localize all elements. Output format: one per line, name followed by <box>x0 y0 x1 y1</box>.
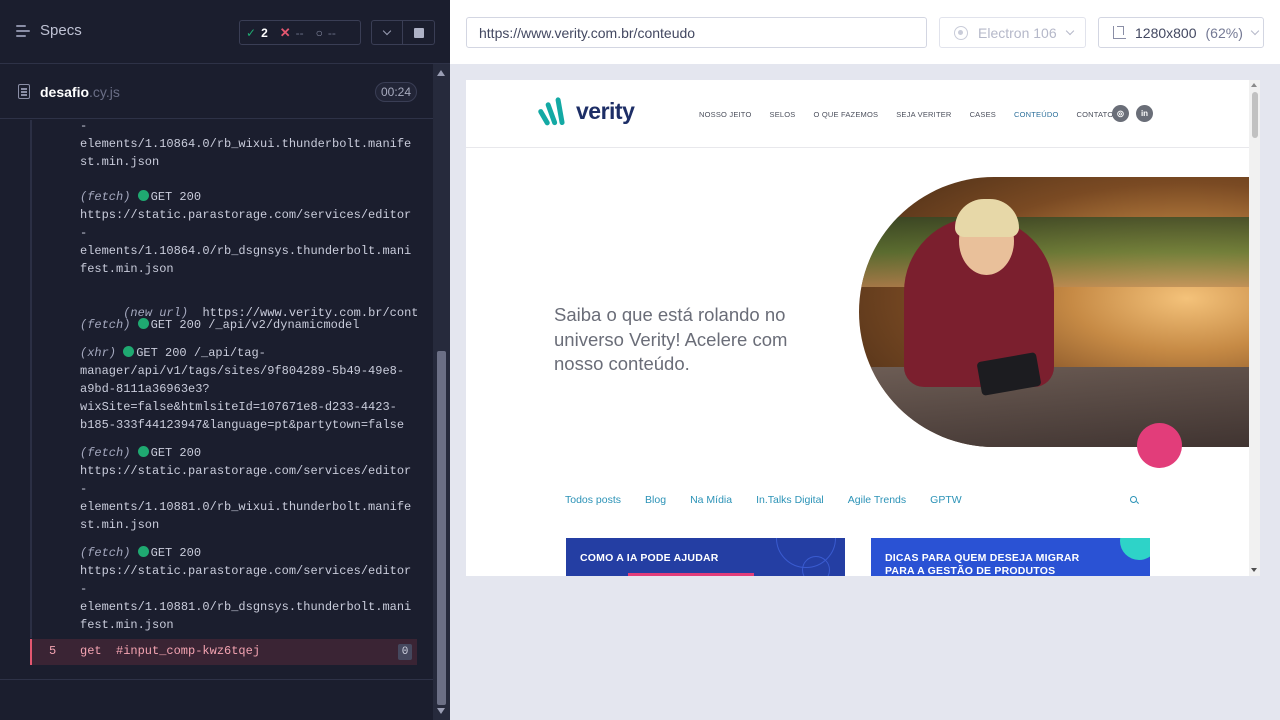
status-ok-icon <box>137 190 149 201</box>
log-entry[interactable]: (fetch) GET 200 https://static.parastora… <box>80 444 417 534</box>
ruler-icon <box>1113 26 1126 39</box>
test-stats: ✓ 2 ✕ -- ○ -- <box>239 20 361 45</box>
page-scrollbar[interactable] <box>1249 80 1260 576</box>
scroll-up-arrow-icon[interactable] <box>437 70 445 76</box>
tab-blog[interactable]: Blog <box>645 494 666 506</box>
check-icon: ✓ <box>246 25 257 40</box>
status-ok-icon <box>123 346 135 357</box>
pending-count: -- <box>327 25 336 40</box>
failed-command-row[interactable]: 5 get #input_comp-kwz6tqej 0 <box>30 639 417 665</box>
command-name: get <box>80 644 102 658</box>
command-index: 5 <box>49 644 57 658</box>
specs-button[interactable]: Specs <box>16 22 82 39</box>
log-entry[interactable]: (fetch) GET 200 /_api/v2/dynamicmodel <box>80 316 417 334</box>
status-ok-icon <box>137 546 149 557</box>
instagram-icon[interactable]: ◎ <box>1112 105 1129 122</box>
post-card-title: COMO A IA PODE AJUDAR <box>580 552 719 564</box>
element-count-badge: 0 <box>398 644 412 660</box>
command-log-panel: Specs ✓ 2 ✕ -- ○ -- desafio.cy.js 00:24 … <box>0 0 450 720</box>
runner-divider <box>0 679 433 680</box>
decorative-pink-circle <box>1137 423 1182 468</box>
hero-text: Saiba o que está rolando no universo Ver… <box>554 304 788 374</box>
failed-stat: ✕ -- <box>274 25 310 41</box>
log-entry[interactable]: (fetch) GET 200 https://static.parastora… <box>80 188 417 278</box>
scroll-up-arrow-icon[interactable] <box>1251 83 1257 87</box>
log-entry[interactable]: (xhr) GET 200 /_api/tag- manager/api/v1/… <box>80 344 417 434</box>
x-icon: ✕ <box>279 24 291 40</box>
pending-icon: ○ <box>315 25 323 40</box>
nav-selos[interactable]: SELOS <box>770 110 796 119</box>
scroll-down-arrow-icon[interactable] <box>1251 568 1257 572</box>
linkedin-icon[interactable]: in <box>1136 105 1153 122</box>
passed-count: 2 <box>261 25 268 40</box>
nav-nosso-jeito[interactable]: NOSSO JEITO <box>699 110 752 119</box>
log-scrollbar-thumb[interactable] <box>437 351 446 705</box>
viewport-selector[interactable]: 1280x800 (62%) <box>1098 17 1264 48</box>
passed-stat: ✓ 2 <box>240 26 274 40</box>
verity-logo-mark-icon <box>537 96 572 127</box>
specs-list-icon <box>16 24 32 38</box>
log-entry[interactable]: (fetch) GET 200 https://static.parastora… <box>80 544 417 634</box>
aut-url-field[interactable]: https://www.verity.com.br/conteudo <box>466 17 927 48</box>
log-entry[interactable]: - elements/1.10864.0/rb_wixui.thunderbol… <box>80 120 417 171</box>
site-nav: NOSSO JEITO SELOS O QUE FAZEMOS SEJA VER… <box>699 110 1113 119</box>
tab-todos-posts[interactable]: Todos posts <box>565 494 621 506</box>
tab-intalks-digital[interactable]: In.Talks Digital <box>756 494 824 506</box>
page-scrollbar-thumb[interactable] <box>1252 92 1258 138</box>
file-icon <box>18 84 30 99</box>
tab-agile-trends[interactable]: Agile Trends <box>848 494 906 506</box>
viewport-scale: (62%) <box>1205 24 1243 41</box>
viewport-size: 1280x800 <box>1135 24 1197 41</box>
logo-text: verity <box>576 97 635 124</box>
stop-icon <box>413 27 424 38</box>
content-tabs: Todos posts Blog Na Mídia In.Talks Digit… <box>565 494 962 506</box>
tab-gptw[interactable]: GPTW <box>930 494 962 506</box>
chevron-down-icon <box>1250 26 1260 36</box>
nav-seja-veriter[interactable]: SEJA VERITER <box>896 110 951 119</box>
command-log: - elements/1.10864.0/rb_wixui.thunderbol… <box>30 120 417 668</box>
scroll-down-arrow-icon[interactable] <box>437 708 445 714</box>
post-card-title: DICAS PARA QUEM DESEJA MIGRAR PARA A GES… <box>885 552 1080 576</box>
hero-photo <box>859 177 1260 447</box>
command-selector: #input_comp-kwz6tqej <box>116 644 261 658</box>
electron-icon <box>954 25 968 40</box>
status-ok-icon <box>137 446 149 457</box>
failed-count: -- <box>295 25 304 40</box>
browser-selector[interactable]: Electron 106 <box>939 17 1086 48</box>
verity-logo[interactable]: verity <box>537 96 635 127</box>
status-ok-icon <box>137 318 149 329</box>
chevron-down-icon <box>382 26 392 36</box>
specs-label: Specs <box>40 22 82 39</box>
chevron-down-icon <box>1065 26 1074 36</box>
spec-file-name[interactable]: desafio.cy.js <box>40 84 120 100</box>
stop-button[interactable] <box>403 20 435 45</box>
nav-o-que-fazemos[interactable]: O QUE FAZEMOS <box>814 110 879 119</box>
spec-duration: 00:24 <box>375 82 418 102</box>
post-card[interactable]: COMO A IA PODE AJUDAR <box>566 538 845 576</box>
pending-stat: ○ -- <box>310 26 342 40</box>
nav-cases[interactable]: CASES <box>970 110 996 119</box>
post-card[interactable]: DICAS PARA QUEM DESEJA MIGRAR PARA A GES… <box>871 538 1150 576</box>
nav-contato[interactable]: CONTATO <box>1077 110 1114 119</box>
app-under-test-frame: verity NOSSO JEITO SELOS O QUE FAZEMOS S… <box>466 80 1260 576</box>
tab-na-midia[interactable]: Na Mídia <box>690 494 732 506</box>
auto-scroll-button[interactable] <box>371 20 403 45</box>
search-icon[interactable] <box>1130 496 1137 503</box>
browser-label: Electron 106 <box>978 24 1057 41</box>
nav-conteudo[interactable]: CONTEÚDO <box>1014 110 1059 119</box>
